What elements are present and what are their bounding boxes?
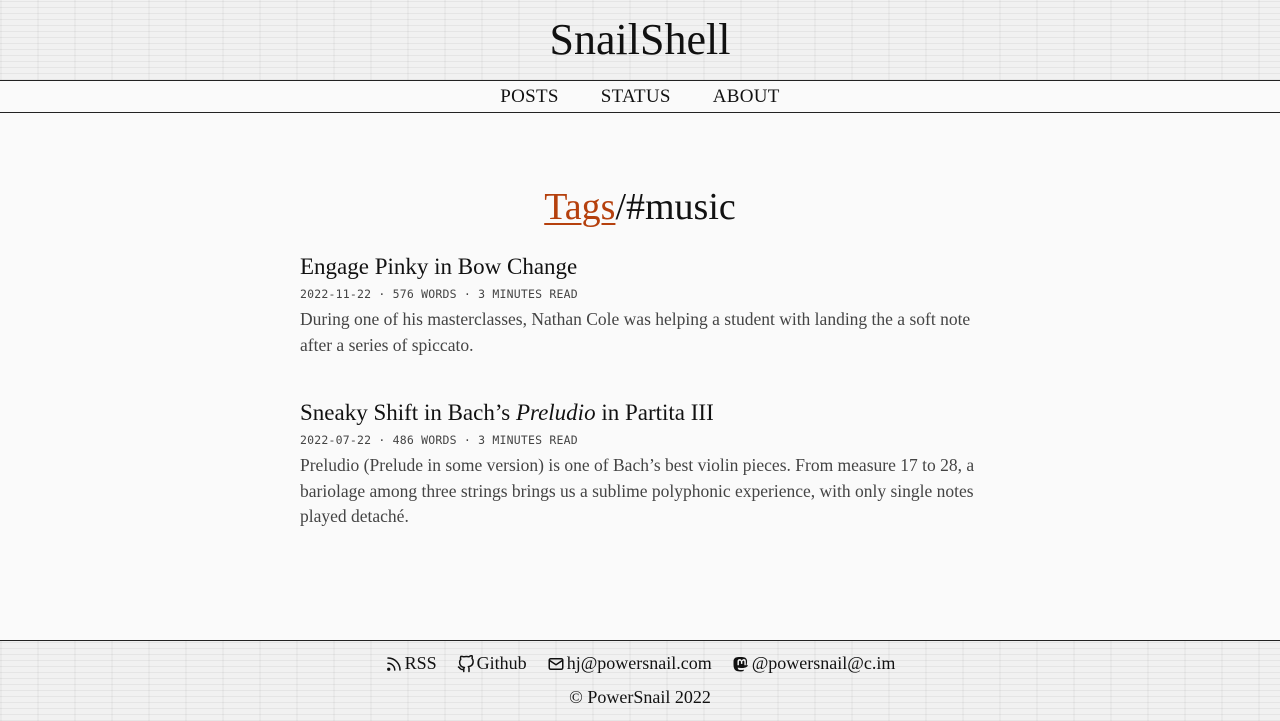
footer-link-label: RSS [404,653,437,673]
post-excerpt: Preludio (Prelude in some version) is on… [300,455,975,526]
post-title-text: Sneaky Shift in Bach’s [300,400,516,425]
tags-link[interactable]: Tags [544,186,615,228]
post-title-suffix: in Partita III [595,400,714,425]
nav-posts[interactable]: POSTS [500,86,559,108]
post-title-text: Engage Pinky in Bow Change [300,254,578,279]
mastodon-icon [733,656,748,672]
site-footer: RSS Github hj@powersnail.com @powersnail… [0,640,1280,721]
nav-status[interactable]: STATUS [601,86,671,108]
heading-separator: / [615,186,626,228]
footer-link-label: @powersnail@c.im [751,653,896,673]
post-excerpt: During one of his masterclasses, Nathan … [300,309,971,355]
copyright: © PowerSnail 2022 [569,687,711,707]
footer-link-label: hj@powersnail.com [566,653,712,673]
rss-icon [386,656,401,671]
post-item: Sneaky Shift in Bach’s Preludio in Parti… [300,398,980,530]
page-title: Tags/#music [0,184,1280,230]
footer-link-email[interactable]: hj@powersnail.com [547,653,712,674]
github-icon [457,654,474,672]
footer-link-rss[interactable]: RSS [385,653,437,674]
post-list: Engage Pinky in Bow Change 2022-11-22 · … [300,252,980,570]
footer-link-github[interactable]: Github [457,653,527,674]
mail-icon [548,657,564,670]
post-title-link[interactable]: Engage Pinky in Bow Change [300,252,980,282]
nav-about[interactable]: ABOUT [713,86,780,108]
post-meta: 2022-11-22 · 576 WORDS · 3 MINUTES READ [300,287,578,301]
post-title-emphasis: Preludio [515,400,596,425]
footer-links: RSS Github hj@powersnail.com @powersnail… [0,653,1280,674]
tag-name: #music [626,186,736,228]
footer-link-label: Github [476,653,527,673]
post-title-link[interactable]: Sneaky Shift in Bach’s Preludio in Parti… [300,398,980,428]
site-title[interactable]: SnailShell [0,14,1280,66]
main-nav: POSTS STATUS ABOUT [0,80,1280,113]
post-item: Engage Pinky in Bow Change 2022-11-22 · … [300,252,980,358]
site-header: SnailShell [0,0,1280,80]
footer-link-mastodon[interactable]: @powersnail@c.im [732,653,896,674]
post-meta: 2022-07-22 · 486 WORDS · 3 MINUTES READ [300,433,578,447]
